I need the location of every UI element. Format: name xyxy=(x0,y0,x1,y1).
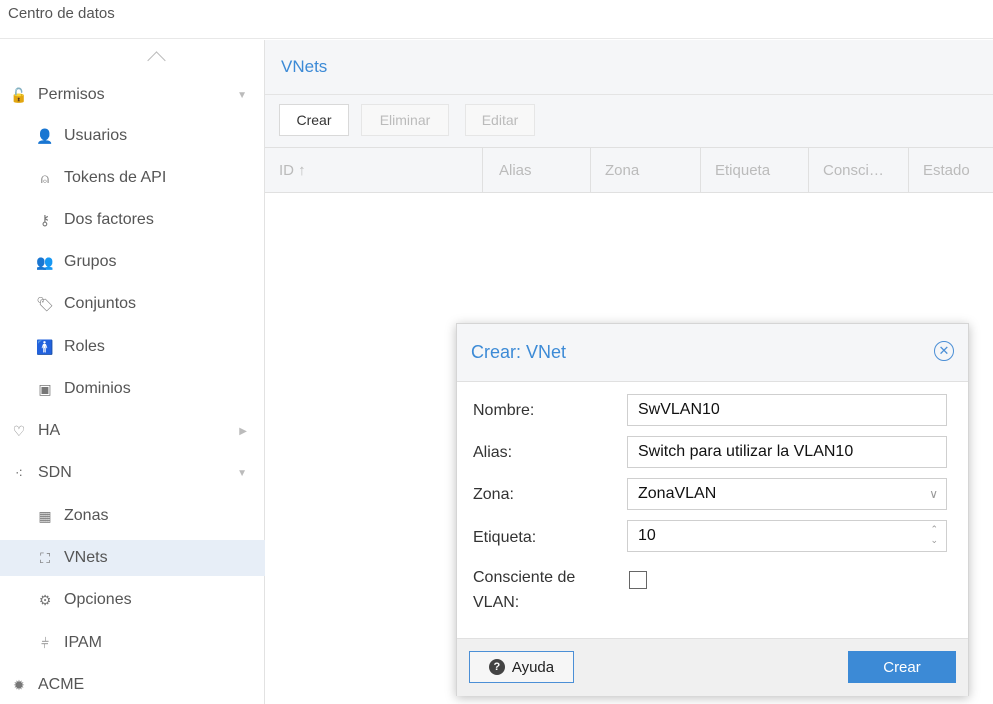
ipam-icon: ⫩ xyxy=(40,634,50,651)
sidebar-item-conjuntos[interactable]: 🏷 Conjuntos xyxy=(0,286,297,322)
sidebar-item-vnets[interactable]: ⛶ VNets xyxy=(0,540,297,576)
tag-value: 10 xyxy=(638,527,656,544)
person-icon: 🚹 xyxy=(36,338,54,355)
sidebar-item-ipam[interactable]: ⫩ IPAM xyxy=(0,625,297,661)
page-title: VNets xyxy=(281,57,328,76)
column-id[interactable]: ID ↑ xyxy=(265,148,483,192)
sitemap-icon: ⛶ xyxy=(40,549,50,566)
sidebar-item-label: VNets xyxy=(64,549,108,566)
sidebar-item-grupos[interactable]: 👥 Grupos xyxy=(0,244,297,280)
user-icon: 👤 xyxy=(36,127,54,144)
sidebar-item-zonas[interactable]: ▦ Zonas xyxy=(0,498,297,534)
alias-label: Alias: xyxy=(473,444,513,461)
divider xyxy=(0,38,993,39)
key-icon: ⚷ xyxy=(39,211,51,228)
zone-label: Zona: xyxy=(473,486,514,503)
chevron-down-icon[interactable]: ∨ xyxy=(929,487,938,501)
sidebar-item-label: Dominios xyxy=(64,380,131,397)
chevron-right-icon[interactable]: ▶ xyxy=(239,426,247,437)
panel-header: VNets xyxy=(265,40,993,95)
certificate-icon: ✹ xyxy=(13,676,25,693)
tag-label: Etiqueta: xyxy=(473,529,537,546)
tags-icon: 🏷 xyxy=(36,295,54,312)
vlan-aware-label-2: VLAN: xyxy=(473,594,520,611)
sidebar-item-permisos[interactable]: 🔓 Permisos ▼ xyxy=(0,77,271,113)
dialog-title: Crear: VNet xyxy=(471,342,567,362)
help-button[interactable]: ? Ayuda xyxy=(469,651,574,683)
column-consciente[interactable]: Consci… xyxy=(809,148,909,192)
sidebar-item-label: Zonas xyxy=(64,507,109,524)
grid-icon: ▦ xyxy=(38,507,52,524)
sidebar: 🔓 Permisos ▼ 👤 Usuarios ⍝ Tokens de API … xyxy=(0,40,297,704)
sidebar-item-ha[interactable]: ♡ HA ▶ xyxy=(0,413,271,449)
alias-field[interactable]: Switch para utilizar la VLAN10 xyxy=(627,436,947,468)
column-alias[interactable]: Alias xyxy=(483,148,591,192)
sidebar-item-label: Conjuntos xyxy=(64,295,137,312)
sidebar-item-opciones[interactable]: ⚙ Opciones xyxy=(0,582,297,618)
vlan-aware-label: Consciente de xyxy=(473,569,576,586)
create-submit-button[interactable]: Crear xyxy=(848,651,956,683)
sidebar-item-label: Permisos xyxy=(38,86,105,103)
spinner-icon[interactable]: ⌃ ⌄ xyxy=(930,524,938,546)
sidebar-item-label: Usuarios xyxy=(64,127,128,144)
tag-stepper[interactable]: 10 ⌃ ⌄ xyxy=(627,520,947,552)
edit-button[interactable]: Editar xyxy=(465,104,535,136)
name-value: SwVLAN10 xyxy=(638,401,720,418)
close-icon[interactable]: ✕ xyxy=(934,341,954,361)
sidebar-item-label: Dos factores xyxy=(64,211,154,228)
alias-value: Switch para utilizar la VLAN10 xyxy=(638,443,854,460)
name-label: Nombre: xyxy=(473,402,535,419)
sidebar-item-sdn[interactable]: ⁖ SDN ▼ xyxy=(0,455,271,491)
column-zona[interactable]: Zona xyxy=(591,148,701,192)
gear-icon: ⚙ xyxy=(38,591,52,608)
sidebar-item-dominios[interactable]: ▣ Dominios xyxy=(0,371,297,407)
question-icon: ? xyxy=(488,659,505,675)
chevron-down-icon[interactable]: ▼ xyxy=(237,468,247,479)
dialog-footer: ? Ayuda Crear xyxy=(457,638,968,696)
zone-select[interactable]: ZonaVLAN ∨ xyxy=(627,478,947,510)
token-user-icon: ⍝ xyxy=(40,169,50,186)
sidebar-item-label: Opciones xyxy=(64,591,132,608)
sidebar-item-label: Roles xyxy=(64,338,105,355)
help-label: Ayuda xyxy=(511,658,555,676)
create-vnet-dialog: Crear: VNet ✕ Nombre: SwVLAN10 Alias: Sw… xyxy=(456,323,969,696)
id-card-icon: ▣ xyxy=(38,380,52,397)
grid-header: ID ↑ Alias Zona Etiqueta Consci… Estado xyxy=(265,148,993,193)
sidebar-item-label: Grupos xyxy=(64,253,117,270)
sidebar-item-dos-factores[interactable]: ⚷ Dos factores xyxy=(0,202,297,238)
sidebar-item-label: SDN xyxy=(38,464,72,481)
vlan-aware-checkbox[interactable] xyxy=(629,571,647,589)
breadcrumb: Centro de datos xyxy=(8,5,115,22)
network-icon: ⁖ xyxy=(14,464,24,481)
dialog-header: Crear: VNet ✕ xyxy=(457,324,968,382)
toolbar: Crear Eliminar Editar xyxy=(265,95,993,148)
sidebar-item-roles[interactable]: 🚹 Roles xyxy=(0,329,297,365)
delete-button[interactable]: Eliminar xyxy=(361,104,449,136)
sidebar-item-label: ACME xyxy=(38,676,85,693)
column-estado[interactable]: Estado xyxy=(909,148,993,192)
sidebar-item-tokens[interactable]: ⍝ Tokens de API xyxy=(0,160,297,196)
group-icon: 👥 xyxy=(36,253,54,270)
sidebar-item-acme[interactable]: ✹ ACME xyxy=(0,667,271,703)
lock-open-icon: 🔓 xyxy=(10,86,28,103)
scroll-up-icon[interactable] xyxy=(147,51,166,70)
heartbeat-icon: ♡ xyxy=(12,422,26,439)
sidebar-item-usuarios[interactable]: 👤 Usuarios xyxy=(0,118,297,154)
sidebar-item-label: Tokens de API xyxy=(64,169,167,186)
sidebar-item-label: IPAM xyxy=(64,634,102,651)
chevron-down-icon[interactable]: ▼ xyxy=(237,90,247,101)
column-etiqueta[interactable]: Etiqueta xyxy=(701,148,809,192)
zone-value: ZonaVLAN xyxy=(638,485,717,502)
name-field[interactable]: SwVLAN10 xyxy=(627,394,947,426)
create-button[interactable]: Crear xyxy=(279,104,349,136)
sidebar-item-label: HA xyxy=(38,422,61,439)
